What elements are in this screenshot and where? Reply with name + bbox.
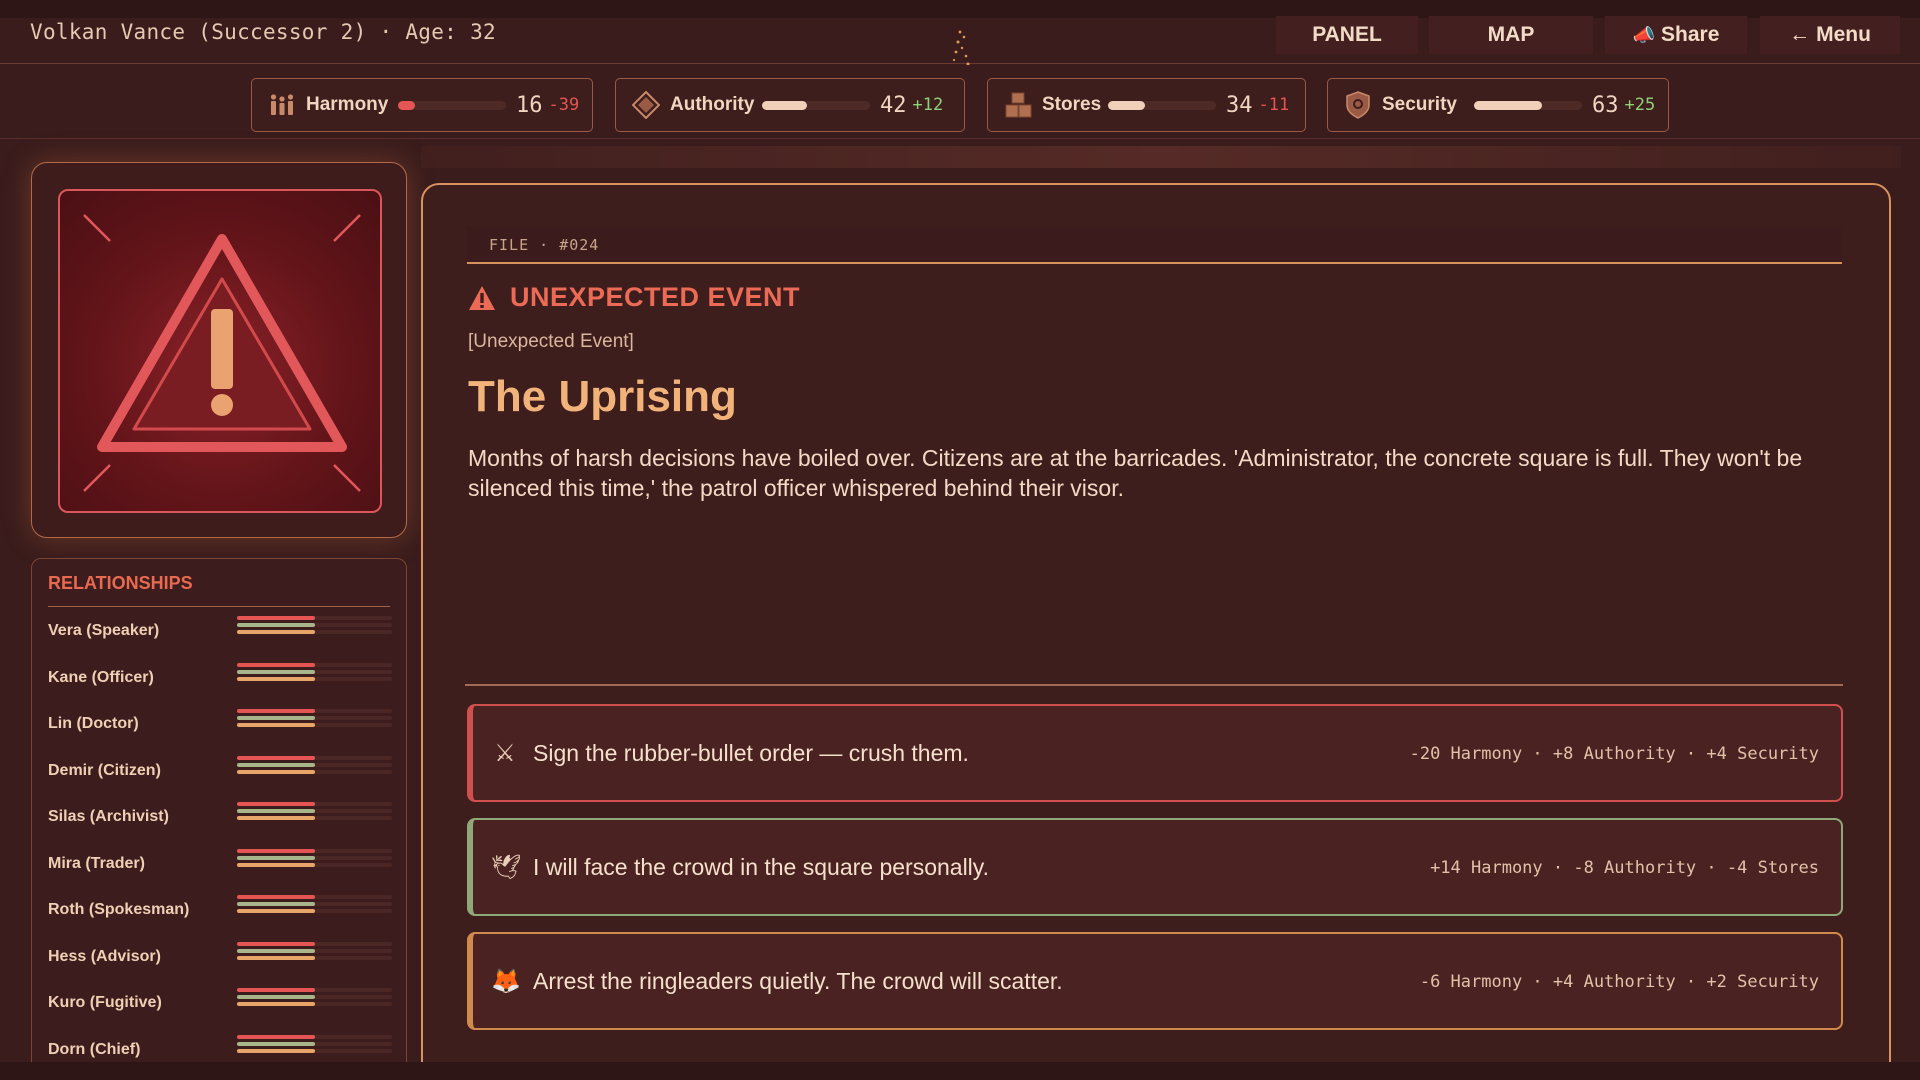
stat-value: 63 — [1592, 92, 1619, 118]
relationship-bars — [237, 755, 392, 782]
relationship-row: Kuro (Fugitive) — [48, 988, 392, 1018]
stat-value: 16 — [516, 92, 543, 118]
relationship-row: Vera (Speaker) — [48, 616, 392, 646]
stat-security: Security 63 +25 — [1327, 78, 1669, 132]
relationship-name: Roth (Spokesman) — [48, 901, 190, 918]
relationship-row: Hess (Advisor) — [48, 941, 392, 972]
bottom-strip — [0, 1062, 1920, 1080]
relationship-bars — [237, 1034, 392, 1061]
stat-value: 34 — [1226, 92, 1253, 118]
stat-delta: +25 — [1624, 95, 1656, 115]
security-meter — [1474, 100, 1582, 110]
choice-text: I will face the crowd in the square pers… — [533, 853, 989, 880]
stat-delta: +12 — [912, 95, 944, 115]
relationship-row: Kane (Officer) — [48, 662, 392, 693]
relationship-name: Dorn (Chief) — [48, 1040, 141, 1058]
relationship-bars — [237, 616, 392, 642]
warning-icon — [469, 285, 495, 310]
event-type-label: UNEXPECTED EVENT — [510, 282, 801, 312]
relationship-row: Dorn (Chief) — [48, 1034, 392, 1065]
relationships-panel: RELATIONSHIPS Vera (Speaker) Kane (Office… — [31, 558, 407, 1078]
crossed-swords-icon: ⚔ — [494, 739, 516, 767]
stat-stores: Stores 34 -11 — [987, 78, 1306, 132]
stats-bar: Harmony 16 -39 Authority 42 +12 Stores 3… — [0, 65, 1920, 139]
stores-meter — [1108, 100, 1216, 110]
back-arrow-icon: ← — [1789, 23, 1811, 46]
file-tag: FILE · #024 — [467, 226, 1842, 264]
relationship-row: Mira (Trader) — [48, 848, 392, 879]
stat-name: Harmony — [306, 94, 389, 115]
choice-text: Arrest the ringleaders quietly. The crow… — [533, 967, 1063, 994]
fox-icon: 🦊 — [491, 967, 521, 995]
relationship-bars — [237, 941, 392, 968]
authority-meter — [762, 100, 870, 110]
relationship-name: Silas (Archivist) — [48, 808, 169, 825]
card-glow-decoration — [421, 146, 1901, 168]
choice-text: Sign the rubber-bullet order — crush the… — [533, 739, 969, 766]
choice-effects: -6 Harmony · +4 Authority · +2 Security — [1419, 972, 1819, 992]
stat-harmony: Harmony 16 -39 — [251, 78, 593, 132]
crates-icon — [1005, 92, 1032, 118]
relationship-name: Lin (Doctor) — [48, 715, 139, 732]
relationship-bars — [237, 848, 392, 875]
relationship-bars — [237, 709, 392, 735]
relationship-row: Demir (Citizen) — [48, 755, 392, 786]
choice-face-crowd[interactable]: 🕊 I will face the crowd in the square pe… — [467, 818, 1843, 916]
stat-name: Stores — [1042, 94, 1102, 115]
harmony-meter — [398, 100, 506, 110]
relationship-name: Vera (Speaker) — [48, 622, 160, 639]
share-button[interactable]: 📣 Share — [1605, 16, 1747, 54]
relationship-row: Roth (Spokesman) — [48, 895, 392, 925]
stat-delta: -39 — [548, 95, 580, 115]
event-subtype: [Unexpected Event] — [468, 331, 634, 352]
stat-authority: Authority 42 +12 — [615, 78, 965, 132]
people-icon — [270, 94, 294, 115]
choices-divider — [465, 684, 1843, 686]
map-button[interactable]: MAP — [1429, 16, 1593, 54]
stat-name: Security — [1382, 94, 1457, 115]
shield-icon — [1346, 91, 1370, 119]
relationship-name: Kuro (Fugitive) — [48, 994, 162, 1011]
warning-triangle-icon — [83, 214, 361, 492]
relationship-bars — [237, 662, 392, 689]
choice-effects: +14 Harmony · -8 Authority · -4 Stores — [1430, 858, 1819, 878]
panel-button[interactable]: PANEL — [1276, 16, 1418, 54]
top-bar: Volkan Vance (Successor 2) · Age: 32 PAN… — [0, 0, 1920, 72]
choice-arrest[interactable]: 🦊 Arrest the ringleaders quietly. The cr… — [467, 932, 1843, 1030]
relationship-bars — [237, 988, 392, 1014]
event-title: The Uprising — [468, 372, 737, 421]
choice-effects: -20 Harmony · +8 Authority · +4 Security — [1409, 744, 1819, 764]
event-type: UNEXPECTED EVENT — [468, 282, 800, 313]
relationship-bars — [237, 802, 392, 828]
stat-value: 42 — [880, 92, 907, 118]
stat-name: Authority — [670, 94, 755, 115]
relationship-name: Kane (Officer) — [48, 668, 154, 686]
relationship-row: Lin (Doctor) — [48, 709, 392, 739]
menu-button[interactable]: ← Menu — [1760, 16, 1900, 54]
choice-crush[interactable]: ⚔ Sign the rubber-bullet order — crush t… — [467, 704, 1843, 802]
megaphone-icon: 📣 — [1632, 24, 1656, 45]
relationship-name: Hess (Advisor) — [48, 947, 161, 965]
character-info: Volkan Vance (Successor 2) · Age: 32 — [30, 20, 496, 44]
stat-delta: -11 — [1258, 95, 1290, 115]
relationship-name: Mira (Trader) — [48, 854, 145, 872]
relationship-name: Demir (Citizen) — [48, 761, 161, 779]
relationships-title: RELATIONSHIPS — [48, 573, 390, 607]
event-portrait — [58, 189, 382, 513]
event-body: Months of harsh decisions have boiled ov… — [468, 445, 1803, 501]
event-portrait-frame — [31, 162, 407, 538]
dove-icon: 🕊 — [491, 853, 522, 881]
relationship-row: Silas (Archivist) — [48, 802, 392, 832]
relationship-bars — [237, 895, 392, 921]
diamond-icon — [632, 91, 660, 119]
